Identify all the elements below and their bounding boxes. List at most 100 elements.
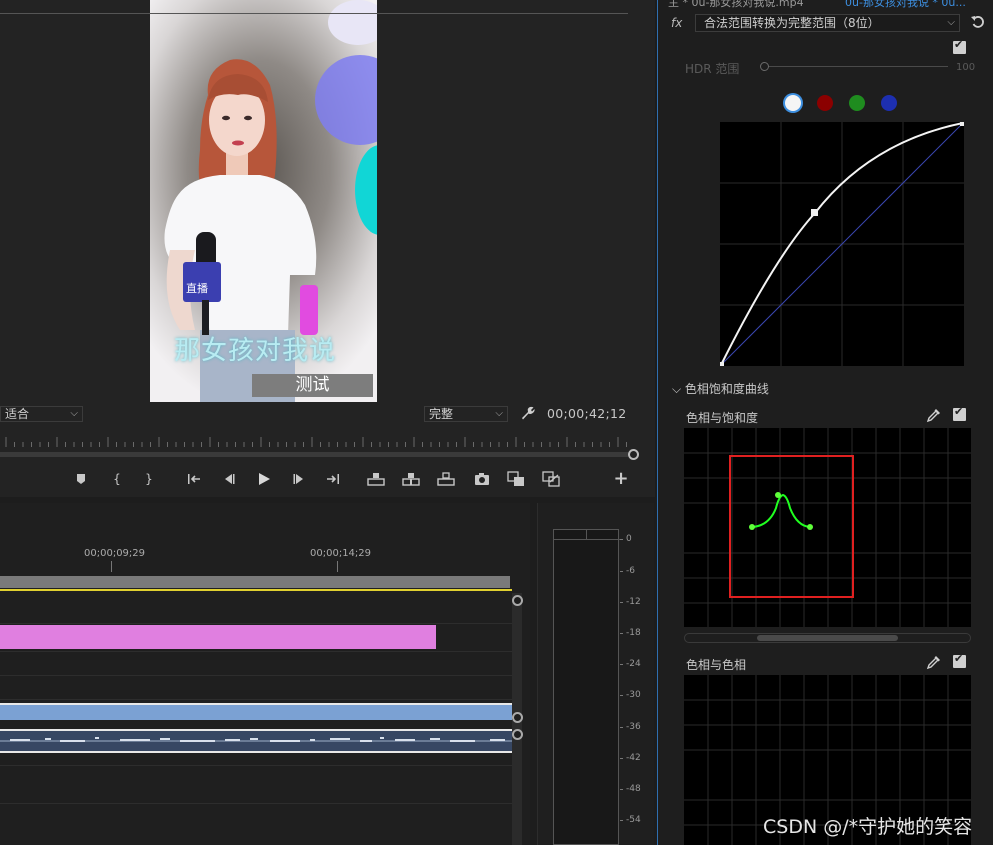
hue-sat-horizontal-scrollbar[interactable] — [684, 633, 971, 643]
tab-sequence-clip[interactable]: 0u-那女孩对我说 * 0u... — [845, 0, 966, 8]
go-to-out-icon[interactable] — [324, 470, 342, 488]
hsl-curves-section[interactable]: ⌵ 色相饱和度曲线 — [672, 380, 769, 397]
insert-icon[interactable] — [437, 470, 455, 488]
hdr-range-label: HDR 范围 — [685, 62, 740, 76]
zoom-fit-select[interactable]: 适合 ⌵ — [0, 406, 83, 422]
extract-icon[interactable] — [402, 470, 420, 488]
work-area-bar[interactable] — [0, 576, 510, 588]
curve-control-point[interactable] — [807, 524, 813, 530]
chevron-down-icon: ⌵ — [672, 382, 685, 396]
channel-blue-dot[interactable] — [881, 95, 897, 111]
hue-vs-hue-label: 色相与色相 — [686, 658, 747, 672]
scroll-handle[interactable] — [512, 729, 523, 740]
channel-red-dot[interactable] — [817, 95, 833, 111]
db-label: -42 — [620, 753, 641, 763]
curve-control-point[interactable] — [811, 209, 818, 216]
go-to-in-icon[interactable] — [185, 470, 203, 488]
scroll-thumb[interactable] — [757, 635, 898, 641]
audio-clip[interactable] — [0, 729, 512, 753]
step-forward-icon[interactable] — [290, 470, 308, 488]
curves-enable-checkbox[interactable] — [953, 38, 966, 54]
chevron-down-icon: ⌵ — [70, 408, 78, 419]
tab-master-clip[interactable]: 主 * 0u-那女孩对我说.mp4 — [668, 0, 804, 8]
chevron-down-icon: ⌵ — [495, 408, 503, 419]
hue-vs-hue-checkbox[interactable] — [953, 652, 966, 668]
play-icon[interactable] — [255, 470, 273, 488]
hue-sat-curve[interactable] — [751, 493, 811, 528]
reset-icon[interactable] — [970, 14, 986, 30]
curve-control-point[interactable] — [775, 492, 781, 498]
curve-control-point[interactable] — [720, 362, 724, 366]
db-label: -48 — [620, 784, 641, 794]
timeline-tick — [111, 561, 112, 572]
scroll-handle[interactable] — [512, 712, 523, 723]
timeline-time-label: 00;00;14;29 — [310, 548, 372, 559]
mark-in-icon[interactable]: { — [108, 470, 126, 488]
hdr-range-slider[interactable] — [760, 62, 769, 71]
db-label: -36 — [620, 722, 641, 732]
program-monitor: 直播 那女孩对我说 测试 适合 ⌵ 完整 ⌵ 00;00;42;12 { } + — [0, 0, 655, 497]
hdr-range-value: 100 — [956, 62, 976, 73]
graphics-clip[interactable] — [0, 625, 436, 649]
zoom-fit-value: 适合 — [5, 407, 30, 421]
monitor-time-ruler[interactable] — [0, 434, 640, 448]
meter-level-box — [553, 529, 620, 845]
audio-meter: 0 -6 -12 -18 -24 -30 -36 -42 -48 -54 — [537, 503, 654, 845]
rgb-curves-graph[interactable] — [720, 122, 964, 366]
track-divider — [0, 675, 512, 676]
source-tab-bar: 主 * 0u-那女孩对我说.mp4 0u-那女孩对我说 * 0u... — [658, 0, 993, 8]
timeline-tick — [337, 561, 338, 572]
mic-logo: 直播 — [186, 281, 208, 295]
hue-vs-sat-checkbox[interactable] — [953, 405, 966, 421]
hdr-range-slider-track — [766, 66, 948, 67]
timeline-time-label: 00;00;09;29 — [84, 548, 146, 559]
lumetri-color-panel: 主 * 0u-那女孩对我说.mp4 0u-那女孩对我说 * 0u... fx 合… — [657, 0, 993, 845]
monitor-scrub-bar[interactable] — [0, 452, 628, 457]
lift-icon[interactable] — [367, 470, 385, 488]
track-divider — [0, 651, 512, 652]
eyedropper-icon[interactable] — [926, 654, 942, 670]
track-divider — [0, 765, 512, 766]
marker-icon[interactable] — [72, 470, 90, 488]
wrench-icon[interactable] — [519, 405, 535, 421]
fx-icon[interactable]: fx — [671, 16, 682, 30]
scroll-handle[interactable] — [512, 595, 523, 606]
hue-vs-sat-graph[interactable] — [684, 428, 971, 627]
playback-quality-value: 完整 — [429, 407, 454, 421]
caption-text-box[interactable]: 测试 — [252, 374, 373, 397]
video-subtitle: 那女孩对我说 — [174, 336, 337, 366]
transport-controls: { } + — [0, 466, 655, 492]
db-label: -6 — [620, 566, 635, 576]
db-label: -30 — [620, 690, 641, 700]
db-label: -54 — [620, 815, 641, 825]
track-divider — [0, 699, 512, 700]
video-frame[interactable]: 直播 那女孩对我说 测试 — [150, 0, 377, 402]
mark-out-icon[interactable]: } — [140, 470, 158, 488]
input-lut-value: 合法范围转换为完整范围（8位） — [704, 16, 880, 30]
add-button-icon[interactable]: + — [612, 470, 630, 488]
compare-view-icon[interactable] — [507, 470, 525, 488]
eyedropper-icon[interactable] — [926, 407, 942, 423]
track-divider — [0, 623, 512, 624]
input-lut-select[interactable]: 合法范围转换为完整范围（8位） ⌵ — [695, 14, 960, 32]
playhead-timecode[interactable]: 00;00;42;12 — [547, 406, 627, 421]
timeline-panel: 00;00;09;29 00;00;14;29 — [0, 503, 530, 845]
playback-quality-select[interactable]: 完整 ⌵ — [424, 406, 508, 422]
channel-luma-dot[interactable] — [785, 95, 801, 111]
curve-control-point[interactable] — [749, 524, 755, 530]
curve-control-point[interactable] — [960, 122, 964, 126]
chevron-down-icon: ⌵ — [947, 17, 955, 28]
render-status-line — [0, 589, 512, 591]
camera-icon[interactable] — [473, 470, 491, 488]
db-label: -24 — [620, 659, 641, 669]
db-label: 0 — [620, 534, 632, 544]
db-label: -18 — [620, 628, 641, 638]
playhead-handle[interactable] — [628, 449, 639, 460]
ruler-baseline — [0, 13, 628, 14]
watermark-text: CSDN @/*守护她的笑容 — [763, 816, 973, 838]
step-back-icon[interactable] — [220, 470, 238, 488]
video-clip[interactable] — [0, 703, 512, 720]
channel-green-dot[interactable] — [849, 95, 865, 111]
proxy-toggle-icon[interactable] — [542, 470, 560, 488]
hsl-curves-title: 色相饱和度曲线 — [684, 382, 769, 396]
